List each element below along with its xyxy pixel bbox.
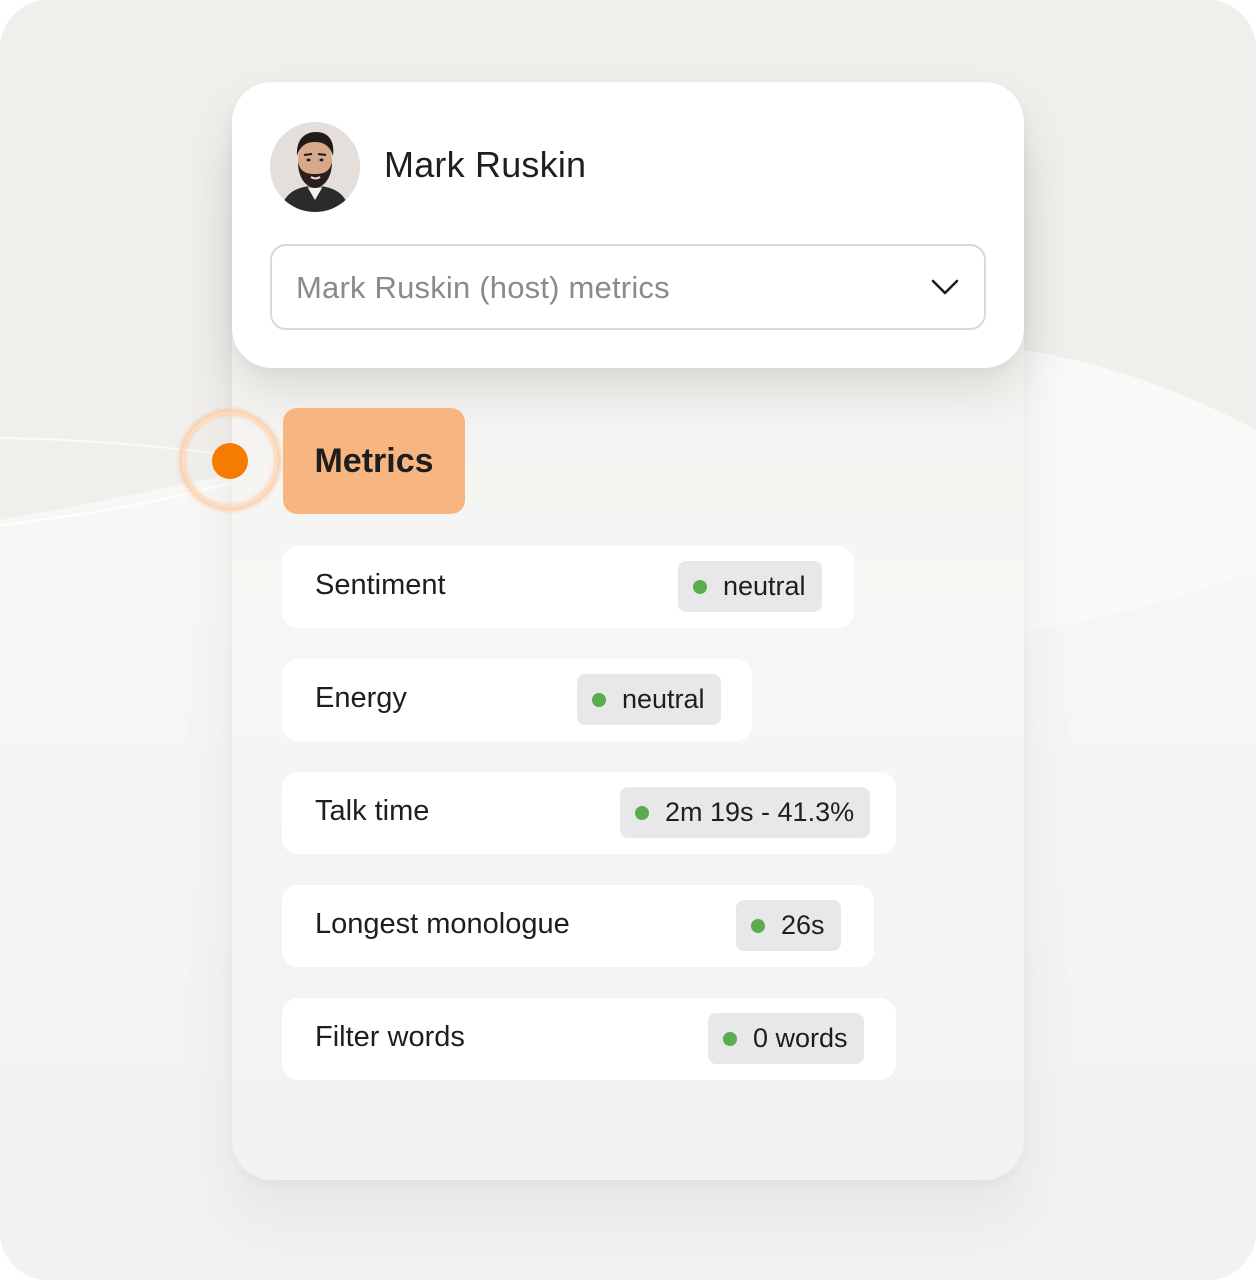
metric-value-badge: neutral (678, 561, 822, 612)
metric-label: Longest monologue (315, 908, 570, 940)
metric-label: Energy (315, 682, 407, 714)
participant-name: Mark Ruskin (384, 144, 587, 185)
status-dot-icon (751, 919, 765, 933)
page-background: Mark Ruskin Mark Ruskin (host) metrics M… (0, 0, 1256, 1280)
active-indicator-icon (179, 409, 281, 511)
avatar[interactable] (270, 122, 360, 212)
metric-value: neutral (723, 571, 806, 601)
metrics-dropdown[interactable]: Mark Ruskin (host) metrics (270, 244, 986, 330)
metric-value-badge: 0 words (708, 1013, 864, 1064)
chevron-down-icon (931, 279, 959, 295)
metric-row-energy: Energy neutral (282, 659, 752, 741)
metric-row-longest-monologue: Longest monologue 26s (282, 885, 874, 967)
metric-row-filter-words: Filter words 0 words (282, 998, 896, 1080)
metric-value: 2m 19s - 41.3% (665, 797, 855, 827)
dropdown-selected-value: Mark Ruskin (host) metrics (296, 270, 670, 305)
metric-label: Sentiment (315, 569, 446, 601)
metric-value: 26s (781, 910, 825, 940)
metric-value: neutral (622, 684, 705, 714)
person-photo-avatar (270, 122, 360, 212)
metric-label: Talk time (315, 795, 430, 827)
metric-value-badge: 26s (736, 900, 841, 951)
status-dot-icon (693, 580, 707, 594)
metric-row-sentiment: Sentiment neutral (282, 546, 854, 628)
metric-value: 0 words (753, 1023, 848, 1053)
metric-label: Filter words (315, 1021, 465, 1053)
status-dot-icon (592, 693, 606, 707)
participant-card: Mark Ruskin Mark Ruskin (host) metrics (232, 82, 1024, 368)
metrics-section-tag[interactable]: Metrics (283, 408, 465, 514)
metric-value-badge: neutral (577, 674, 721, 725)
status-dot-icon (635, 806, 649, 820)
metric-value-badge: 2m 19s - 41.3% (620, 787, 871, 838)
metric-row-talk-time: Talk time 2m 19s - 41.3% (282, 772, 896, 854)
status-dot-icon (723, 1032, 737, 1046)
